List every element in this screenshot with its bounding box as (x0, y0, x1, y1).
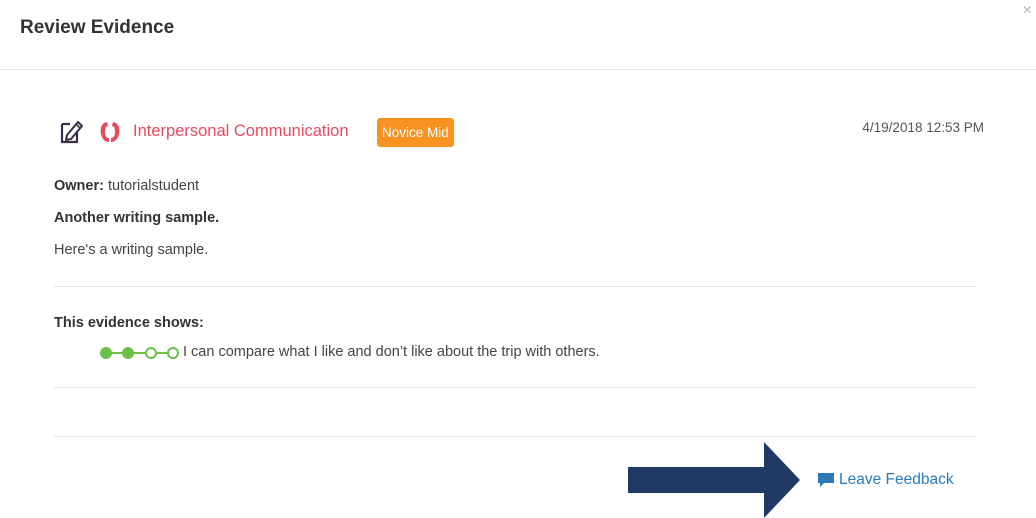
proficiency-level-badge: Novice Mid (377, 118, 454, 147)
document-edit-icon (60, 121, 83, 144)
can-do-statement: I can compare what I like and don’t like… (100, 343, 900, 363)
owner-line: Owner: tutorialstudent (54, 178, 199, 194)
evidence-header: Interpersonal Communication Novice Mid 4… (54, 116, 984, 150)
communication-mode-label: Interpersonal Communication (133, 122, 349, 140)
divider (54, 387, 976, 388)
owner-label: Owner: (54, 178, 104, 194)
evidence-timestamp: 4/19/2018 12:53 PM (862, 120, 984, 135)
evidence-description: Here's a writing sample. (54, 242, 209, 258)
leave-feedback-label: Leave Feedback (839, 471, 954, 488)
dialog-title: Review Evidence (20, 17, 175, 38)
progress-dots-icon (100, 347, 179, 359)
interpersonal-communication-icon (100, 122, 120, 142)
evidence-title: Another writing sample. (54, 210, 220, 226)
evidence-shows-label: This evidence shows: (54, 315, 204, 331)
divider (54, 436, 976, 437)
close-button[interactable]: × (1023, 3, 1032, 19)
can-do-text: I can compare what I like and don’t like… (183, 344, 600, 360)
dialog-header: Review Evidence × (0, 0, 1036, 70)
divider (54, 286, 976, 287)
comment-icon (818, 473, 834, 487)
right-arrow-icon (628, 442, 800, 518)
owner-value: tutorialstudent (103, 178, 200, 194)
review-evidence-dialog: Review Evidence × Interpersonal Communic… (0, 0, 1036, 518)
